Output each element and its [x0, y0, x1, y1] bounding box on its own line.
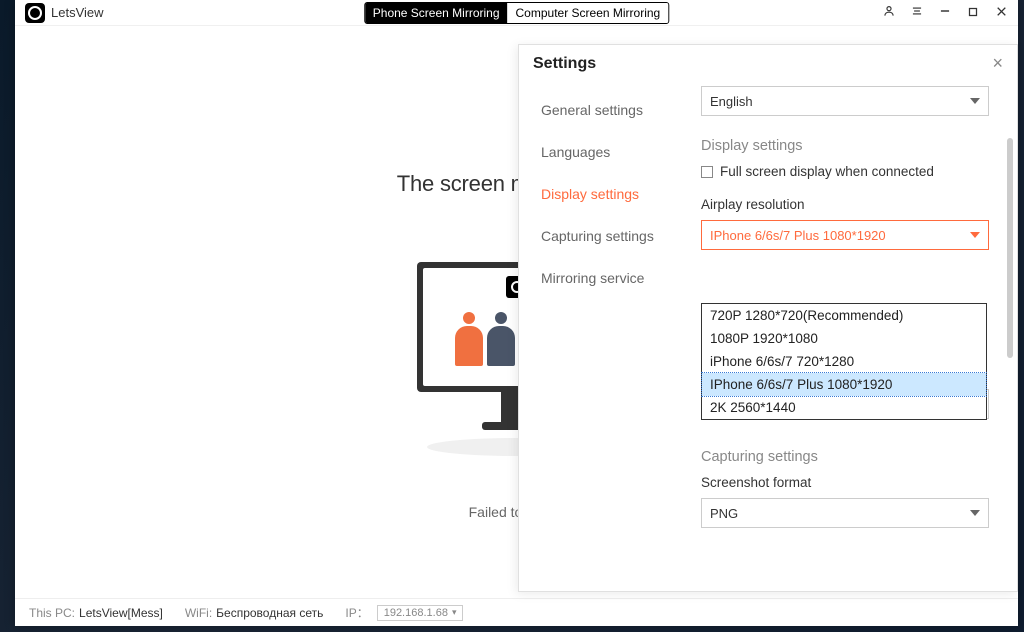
ip-label: IP：: [345, 604, 368, 621]
user-icon[interactable]: [882, 4, 896, 21]
airplay-option-720p[interactable]: 720P 1280*720(Recommended): [702, 304, 986, 327]
maximize-button[interactable]: [966, 5, 980, 21]
airplay-label: Airplay resolution: [701, 197, 989, 212]
fullscreen-label: Full screen display when connected: [720, 164, 934, 179]
nav-general-settings[interactable]: General settings: [519, 92, 689, 128]
nav-languages[interactable]: Languages: [519, 134, 689, 170]
pc-label: This PC:: [29, 606, 75, 620]
scrollbar-thumb[interactable]: [1007, 138, 1013, 358]
ip-select[interactable]: 192.168.1.68: [377, 605, 464, 621]
settings-body: General settings Languages Display setti…: [519, 78, 1017, 591]
window-controls: [882, 4, 1012, 21]
airplay-option-iphone6[interactable]: iPhone 6/6s/7 720*1280: [702, 350, 986, 373]
app-title: LetsView: [51, 5, 104, 20]
language-select[interactable]: English: [701, 86, 989, 116]
settings-title: Settings: [533, 55, 596, 73]
capturing-section-label: Capturing settings: [701, 449, 989, 465]
fullscreen-checkbox[interactable]: [701, 166, 713, 178]
airplay-selected: IPhone 6/6s/7 Plus 1080*1920: [710, 228, 886, 243]
tab-phone-mirroring[interactable]: Phone Screen Mirroring: [365, 3, 508, 23]
scrollbar-track: [1007, 138, 1013, 581]
language-value: English: [710, 94, 753, 109]
fullscreen-checkbox-row[interactable]: Full screen display when connected: [701, 164, 989, 179]
menu-icon[interactable]: [910, 4, 924, 21]
mode-tabs: Phone Screen Mirroring Computer Screen M…: [364, 2, 669, 24]
tab-computer-mirroring[interactable]: Computer Screen Mirroring: [508, 3, 669, 23]
statusbar: This PC: LetsView[Mess] WiFi: Беспроводн…: [15, 598, 1018, 626]
nav-capturing-settings[interactable]: Capturing settings: [519, 218, 689, 254]
screenshot-format-label: Screenshot format: [701, 475, 989, 490]
airplay-resolution-select[interactable]: IPhone 6/6s/7 Plus 1080*1920: [701, 220, 989, 250]
settings-header: Settings ×: [519, 45, 1017, 78]
app-logo-icon: [25, 3, 45, 23]
airplay-option-iphone6plus[interactable]: IPhone 6/6s/7 Plus 1080*1920: [702, 373, 986, 396]
settings-nav: General settings Languages Display setti…: [519, 78, 689, 591]
minimize-button[interactable]: [938, 4, 952, 21]
airplay-option-1080p[interactable]: 1080P 1920*1080: [702, 327, 986, 350]
nav-display-settings[interactable]: Display settings: [519, 176, 689, 212]
close-button[interactable]: [994, 5, 1008, 21]
airplay-option-2k[interactable]: 2K 2560*1440: [702, 396, 986, 419]
wifi-value: Беспроводная сеть: [216, 606, 323, 620]
nav-mirroring-service[interactable]: Mirroring service: [519, 260, 689, 296]
titlebar: LetsView Phone Screen Mirroring Computer…: [15, 0, 1018, 26]
person-icon: [487, 312, 515, 367]
person-icon: [455, 312, 483, 367]
screenshot-format-value: PNG: [710, 506, 738, 521]
settings-close-button[interactable]: ×: [992, 53, 1003, 74]
display-section-label: Display settings: [701, 138, 989, 154]
settings-panel: Settings × General settings Languages Di…: [518, 44, 1018, 592]
pc-value: LetsView[Mess]: [79, 606, 163, 620]
airplay-resolution-dropdown: 720P 1280*720(Recommended) 1080P 1920*10…: [701, 303, 987, 420]
screenshot-format-select[interactable]: PNG: [701, 498, 989, 528]
ip-value: 192.168.1.68: [384, 607, 448, 619]
wifi-label: WiFi:: [185, 606, 212, 620]
